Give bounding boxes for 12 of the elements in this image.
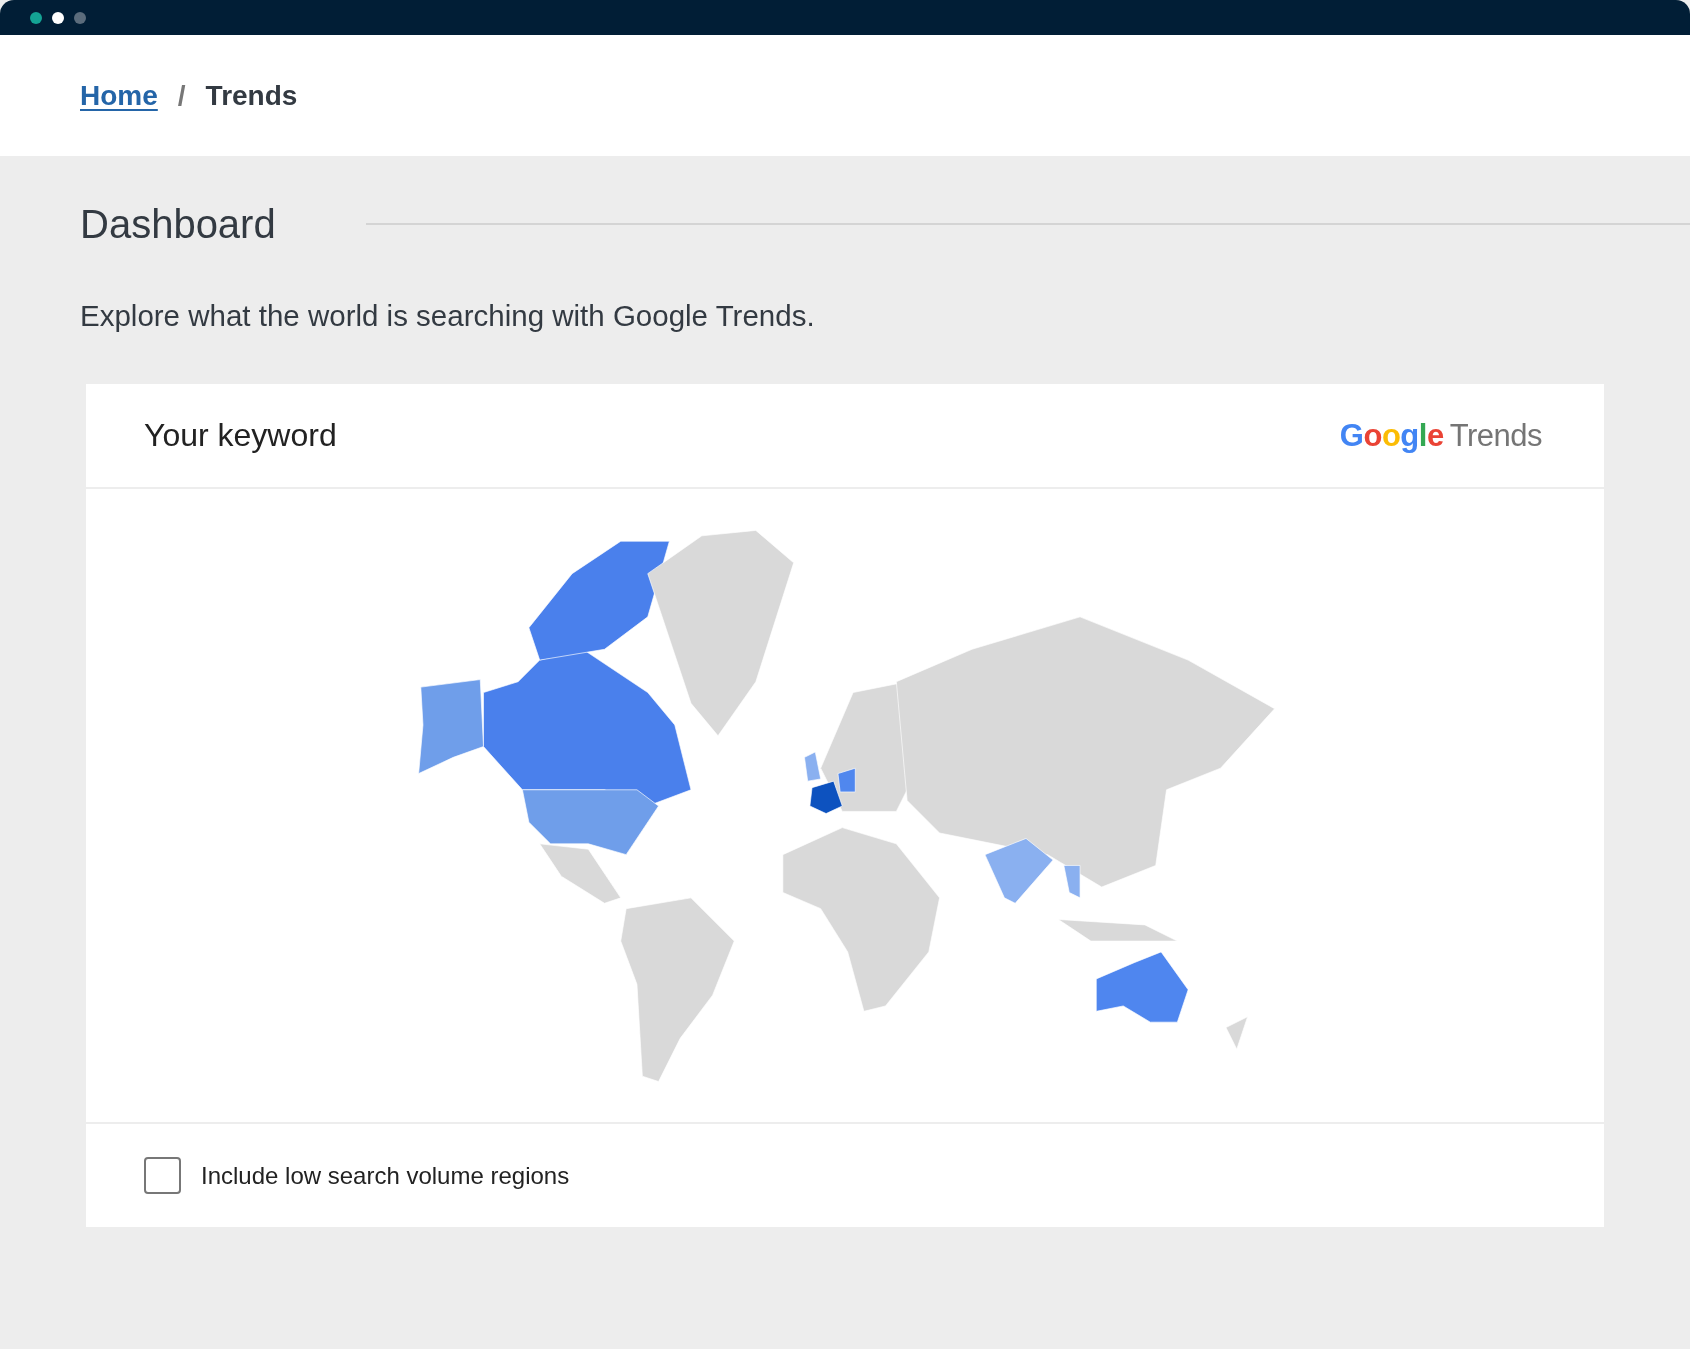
page-description: Explore what the world is searching with Google Trends. xyxy=(80,298,816,334)
current-page-title: Trends xyxy=(205,79,298,112)
breadcrumb-link[interactable]: Home xyxy=(80,79,158,112)
window-dot-icon xyxy=(52,11,64,24)
checkbox[interactable] xyxy=(144,1157,181,1194)
breadcrumb-separator: / xyxy=(177,79,186,112)
card-title: Your keyword xyxy=(144,417,337,454)
trends-logo: Google Trends xyxy=(1339,417,1542,454)
checkbox-label: Include low search volume regions xyxy=(201,1161,570,1190)
window-dot-icon xyxy=(30,11,42,24)
page-title: Dashboard xyxy=(80,201,276,247)
window-dot-icon xyxy=(74,11,86,24)
